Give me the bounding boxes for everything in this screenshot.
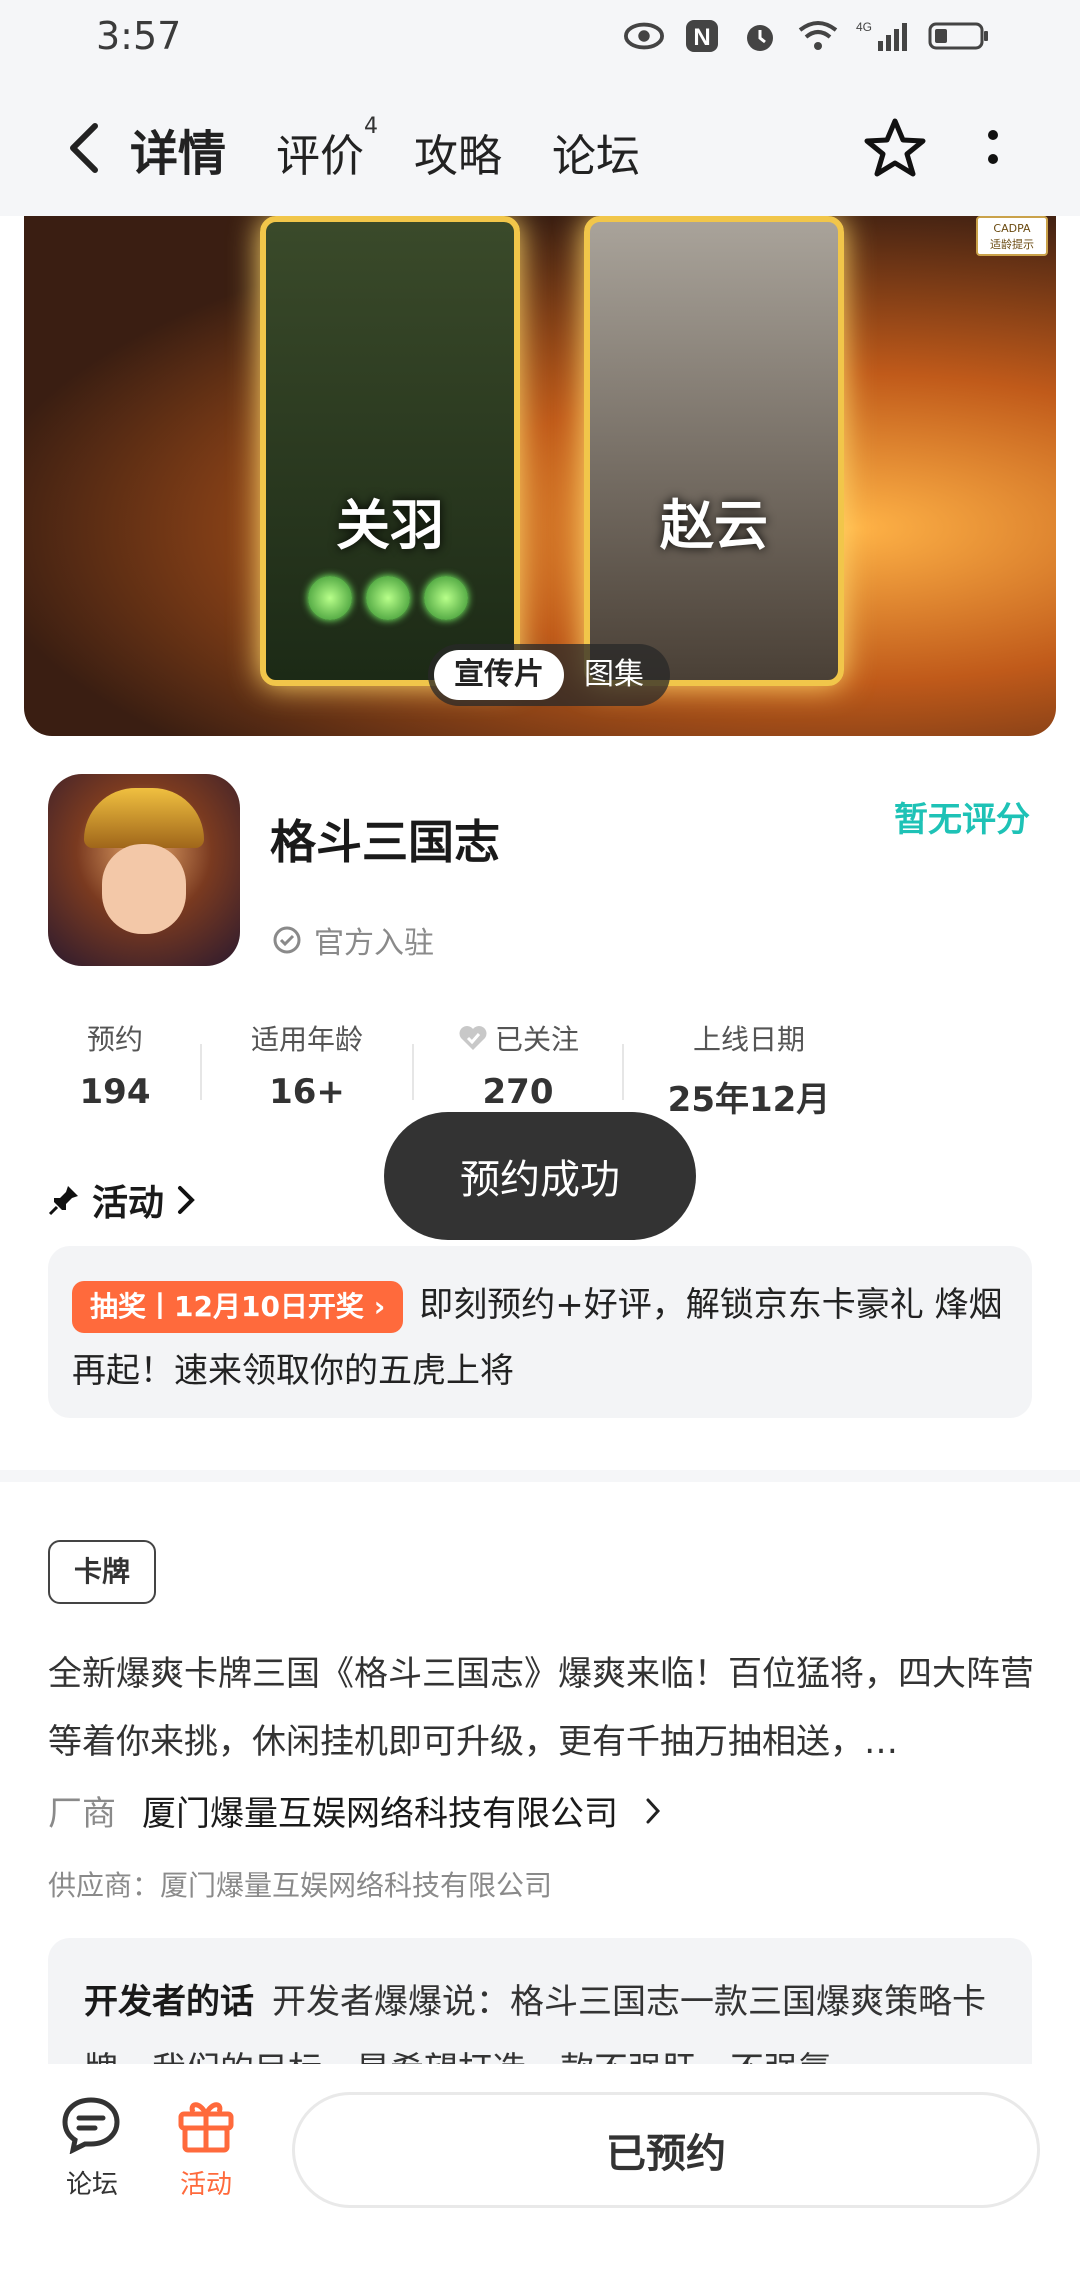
forum-button[interactable]: 论坛 — [42, 2096, 142, 2201]
stat-value: 194 — [79, 1072, 151, 1112]
stat-age: 适用年龄 16+ — [202, 1018, 412, 1128]
stat-release-date: 上线日期 25年12月 — [624, 1018, 874, 1128]
chevron-left-icon — [70, 123, 98, 173]
activity-button[interactable]: 活动 — [156, 2096, 256, 2201]
tab-details-label: 详情 — [130, 126, 227, 182]
helmet-icon — [84, 788, 204, 848]
heart-icon — [459, 1026, 487, 1050]
gift-icon — [178, 2102, 234, 2153]
hero-card-name: 赵云 — [660, 494, 768, 557]
cellular-signal-icon: 4G — [856, 16, 910, 56]
developer-notes-label: 开发者的话 — [84, 1982, 254, 2022]
tab-reviews-count: 4 — [364, 114, 379, 139]
avatar-face — [102, 844, 186, 934]
bottom-action-bar: 论坛 活动 已预约 — [0, 2064, 1080, 2280]
media-banner[interactable]: 关羽 赵云 CADPA 适龄提示 宣传片 图集 — [24, 216, 1056, 736]
vendor-row[interactable]: 厂商 厦门爆量互娱网络科技有限公司 — [48, 1786, 662, 1835]
chat-bubble-icon — [62, 2097, 120, 2154]
tab-forum[interactable]: 论坛 — [552, 120, 640, 194]
category-tag[interactable]: 卡牌 — [48, 1540, 157, 1604]
app-icon — [48, 774, 240, 966]
status-icons: N 4G — [624, 16, 990, 56]
hero-card-zhaoyun: 赵云 — [584, 216, 844, 686]
age-rating-badge: CADPA 适龄提示 — [976, 216, 1048, 256]
chevron-right-icon: › — [373, 1289, 386, 1323]
stat-value: 25年12月 — [667, 1080, 831, 1120]
app-title: 格斗三国志 — [270, 815, 500, 869]
chevron-right-icon — [646, 1798, 661, 1823]
age-badge-label: 适龄提示 — [990, 238, 1034, 251]
toast-message: 预约成功 — [384, 1112, 696, 1240]
tab-guides-label: 攻略 — [414, 131, 503, 182]
developer-notes: 开发者的话开发者爆爆说：格斗三国志一款三国爆爽策略卡牌，我们的目标，是希望打造一… — [84, 1968, 996, 2068]
activity-card[interactable]: 抽奖丨12月10日开奖 › 即刻预约+好评，解锁京东卡豪礼 烽烟再起！速来领取你的… — [48, 1246, 1032, 1418]
stat-label: 上线日期 — [692, 1023, 805, 1056]
activity-title: 活动 — [92, 1183, 165, 1224]
rating-label: 暂无评分 — [894, 800, 1030, 840]
star-icon — [864, 118, 926, 177]
section-divider — [0, 1470, 1080, 1482]
reserved-button[interactable]: 已预约 — [292, 2092, 1040, 2208]
status-time: 3:57 — [96, 14, 182, 58]
official-label: 官方入驻 — [314, 926, 434, 961]
supplier-info: 供应商：厦门爆量互娱网络科技有限公司 — [48, 1869, 553, 1902]
eye-icon — [624, 16, 664, 56]
favorite-button[interactable] — [860, 108, 930, 188]
age-badge-org: CADPA — [993, 222, 1031, 235]
game-description[interactable]: 全新爆爽卡牌三国《格斗三国志》爆爽来临！百位猛将，四大阵营等着你来挑，休闲挂机即… — [48, 1640, 1038, 1776]
orb-icon — [366, 576, 410, 620]
activity-label: 活动 — [179, 2170, 232, 2200]
tab-details[interactable]: 详情 — [130, 114, 227, 194]
alarm-icon — [740, 16, 780, 56]
top-nav: 详情 评价 4 攻略 论坛 — [0, 80, 1080, 216]
lottery-tag[interactable]: 抽奖丨12月10日开奖 › — [72, 1280, 404, 1333]
orb-icon — [424, 576, 468, 620]
stat-value: 16+ — [269, 1072, 345, 1112]
lottery-tag-label: 抽奖丨12月10日开奖 — [90, 1289, 364, 1323]
back-button[interactable] — [56, 110, 112, 186]
stat-label-wrap: 已关注 — [457, 1018, 579, 1058]
status-bar: 3:57 N 4G — [0, 0, 1080, 80]
more-options-button[interactable] — [968, 108, 1018, 188]
official-verified: 官方入驻 — [272, 918, 434, 962]
developer-notes-card[interactable]: 开发者的话开发者爆爆说：格斗三国志一款三国爆爽策略卡牌，我们的目标，是希望打造一… — [48, 1938, 1032, 2068]
nfc-icon: N — [682, 16, 722, 56]
activity-header[interactable]: 活动 — [48, 1174, 196, 1226]
battery-icon — [928, 16, 990, 56]
vendor-name: 厦门爆量互娱网络科技有限公司 — [142, 1794, 618, 1834]
chevron-right-icon — [178, 1186, 195, 1214]
tab-bar: 详情 评价 4 攻略 论坛 — [130, 104, 640, 194]
tab-reviews[interactable]: 评价 4 — [276, 114, 378, 194]
pin-icon — [48, 1186, 78, 1216]
stat-label: 适用年龄 — [250, 1023, 363, 1056]
media-option-gallery[interactable]: 图集 — [564, 650, 664, 700]
forum-label: 论坛 — [65, 2170, 118, 2200]
vendor-key: 厂商 — [48, 1794, 116, 1834]
tab-forum-label: 论坛 — [552, 131, 641, 182]
hero-card-orbs — [308, 576, 468, 620]
more-vertical-icon — [988, 130, 998, 164]
tab-reviews-label: 评价 — [276, 131, 365, 182]
check-circle-icon — [273, 926, 301, 954]
network-type: 4G — [856, 20, 872, 34]
stat-label: 预约 — [86, 1023, 143, 1056]
stat-reservations: 预约 194 — [40, 1018, 190, 1128]
orb-icon — [308, 576, 352, 620]
stat-value: 270 — [482, 1072, 554, 1112]
tab-guides[interactable]: 攻略 — [414, 120, 502, 194]
svg-text:N: N — [693, 24, 710, 51]
media-switch: 宣传片 图集 — [428, 644, 670, 706]
activity-content: 抽奖丨12月10日开奖 › 即刻预约+好评，解锁京东卡豪礼 烽烟再起！速来领取你的… — [72, 1272, 1008, 1404]
wifi-icon — [798, 16, 838, 56]
stat-label: 已关注 — [494, 1023, 579, 1056]
media-option-video[interactable]: 宣传片 — [434, 650, 564, 700]
hero-card-guanyu: 关羽 — [260, 216, 520, 686]
hero-card-name: 关羽 — [336, 494, 444, 557]
